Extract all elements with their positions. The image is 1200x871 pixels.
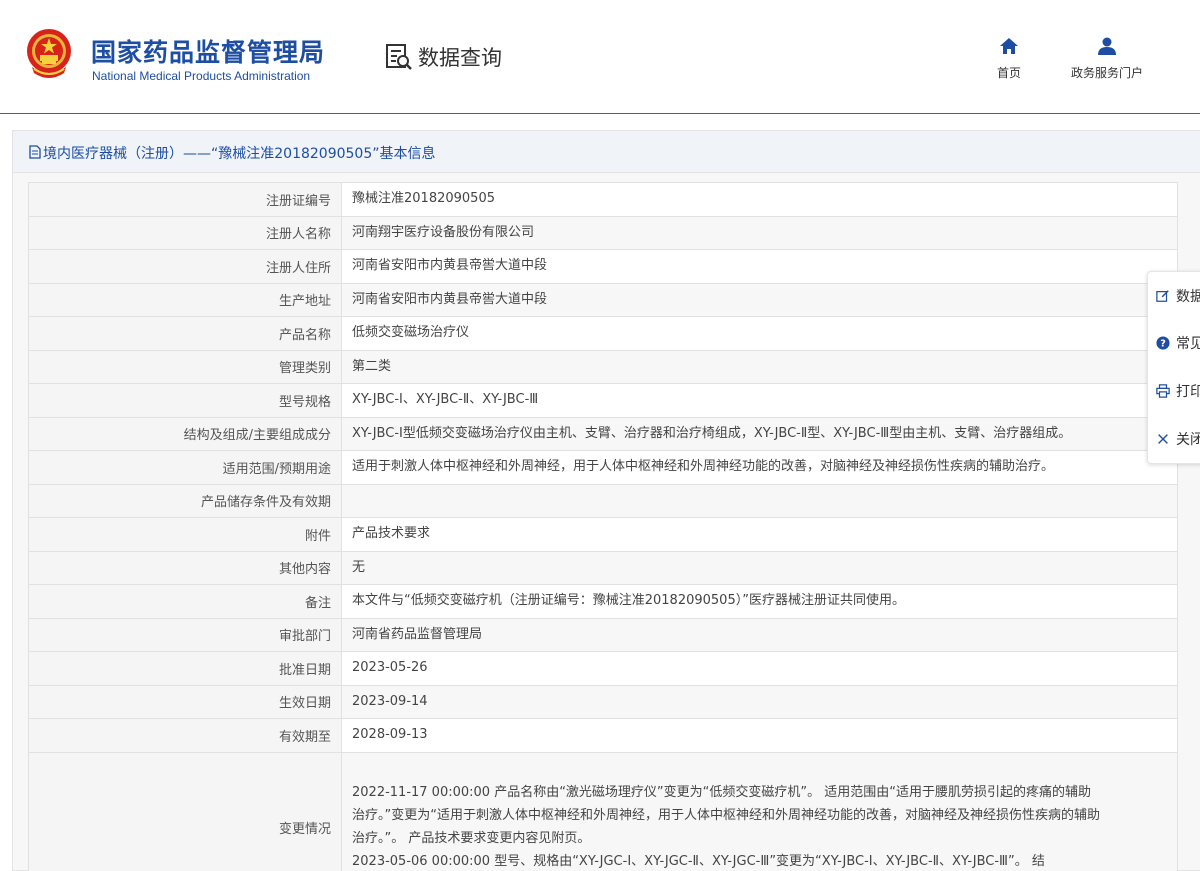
change-line: 治疗。”。 产品技术要求变更内容见附页。 [352,830,591,846]
data-query-icon [386,44,412,70]
nav-service-portal-label: 政务服务门户 [1071,66,1144,80]
nav-service-portal[interactable]: 政务服务门户 [1071,36,1143,81]
table-row: 其他内容无 [28,550,1178,585]
row-label: 注册证编号 [28,182,342,217]
row-label: 审批部门 [28,617,342,652]
table-row: 产品储存条件及有效期 [28,483,1178,518]
table-row: 管理类别 第二类 [28,349,1178,384]
side-data-button[interactable]: 数据 [1156,286,1200,306]
side-faq-button[interactable]: ? 常见 [1156,333,1200,353]
svg-text:?: ? [1160,339,1166,350]
change-line: 治疗。”变更为“适用于刺激人体中枢神经和外周神经，用于人体中枢神经和外周神经功能… [352,807,1100,823]
row-label: 注册人名称 [28,215,342,250]
table-row: 批准日期 2023-05-26 [28,651,1178,686]
row-label: 备注 [28,584,342,619]
change-label: 变更情况 [28,751,342,871]
row-label: 有效期至 [28,718,342,753]
table-row: 结构及组成/主要组成成分 XY-JBC-Ⅰ型低频交变磁场治疗仪由主机、支臂、治疗器… [28,416,1178,451]
row-label: 产品名称 [28,316,342,351]
site-header: 国家药品监督管理局 National Medical Products Admi… [0,0,1200,114]
change-value: 2022-11-17 00:00:00 产品名称由“激光磁场理疗仪”变更为“低频… [341,751,1178,871]
table-row: 有效期至 2028-09-13 [28,718,1178,753]
row-value: XY-JBC-Ⅰ型低频交变磁场治疗仪由主机、支臂、治疗器和治疗椅组成，XY-JB… [341,416,1178,451]
row-value: XY-JBC-Ⅰ、XY-JBC-Ⅱ、XY-JBC-Ⅲ [341,383,1178,418]
row-label: 型号规格 [28,383,342,418]
table-row: 备注 本文件与“低频交变磁疗机（注册证编号：豫械注准20182090505）”医疗… [28,584,1178,619]
table-row: 注册人住所 河南省安阳市内黄县帝喾大道中段 [28,249,1178,284]
side-print-button[interactable]: 打印 [1156,381,1200,401]
side-close-button[interactable]: 关闭 [1156,429,1200,449]
row-label: 结构及组成/主要组成成分 [28,416,342,451]
side-toolbar: 数据 ? 常见 打印 关闭 [1147,271,1200,464]
row-value: 无 [341,550,1178,585]
row-value: 2028-09-13 [341,718,1178,753]
table-row: 注册证编号 豫械注准20182090505 [28,182,1178,217]
detail-panel: 境内医疗器械（注册）——“豫械注准20182090505”基本信息 注册证编号豫… [12,130,1200,871]
table-row: 产品名称 低频交变磁场治疗仪 [28,316,1178,351]
row-label: 管理类别 [28,349,342,384]
row-value: 河南省安阳市内黄县帝喾大道中段 [341,282,1178,317]
row-label: 注册人住所 [28,249,342,284]
print-icon [1156,384,1170,398]
side-close-label: 关闭 [1176,432,1200,448]
row-value: 本文件与“低频交变磁疗机（注册证编号：豫械注准20182090505）”医疗器械… [341,584,1178,619]
change-line: 2023-05-06 00:00:00 型号、规格由“XY-JGC-Ⅰ、XY-J… [352,853,1045,869]
row-label: 批准日期 [28,651,342,686]
change-line: 2022-11-17 00:00:00 产品名称由“激光磁场理疗仪”变更为“低频… [352,784,1092,800]
row-value [341,483,1178,518]
close-icon [1158,434,1168,444]
row-label: 其他内容 [28,550,342,585]
row-value: 适用于刺激人体中枢神经和外周神经，用于人体中枢神经和外周神经功能的改善，对脑神经… [341,450,1178,485]
national-emblem-icon [27,29,71,78]
edit-icon [1156,290,1169,302]
row-value: 2023-05-26 [341,651,1178,686]
row-label: 产品储存条件及有效期 [28,483,342,518]
table-row: 型号规格 XY-JBC-Ⅰ、XY-JBC-Ⅱ、XY-JBC-Ⅲ [28,383,1178,418]
brand-name-cn: 国家药品监督管理局 [91,38,326,67]
table-row: 生产地址 河南省安阳市内黄县帝喾大道中段 [28,282,1178,317]
user-icon [1098,37,1116,55]
data-query-title: 数据查询 [384,42,502,72]
table-row: 适用范围/预期用途 适用于刺激人体中枢神经和外周神经，用于人体中枢神经和外周神经功… [28,450,1178,485]
row-label: 适用范围/预期用途 [28,450,342,485]
home-icon [1000,38,1018,54]
panel-title-bar: 境内医疗器械（注册）——“豫械注准20182090505”基本信息 [13,131,1200,173]
row-value: 第二类 [341,349,1178,384]
table-row: 审批部门 河南省药品监督管理局 [28,617,1178,652]
table-row-change: 变更情况 2022-11-17 00:00:00 产品名称由“激光磁场理疗仪”变… [28,751,1178,871]
row-value: 河南省安阳市内黄县帝喾大道中段 [341,249,1178,284]
row-label: 生效日期 [28,684,342,719]
row-value: 河南翔宇医疗设备股份有限公司 [341,215,1178,250]
side-data-label: 数据 [1176,289,1200,305]
row-value: 2023-09-14 [341,684,1178,719]
info-table: 注册证编号 豫械注准20182090505 注册人名称 河南翔宇医疗设备股份有限公司… [28,182,1178,871]
side-faq-label: 常见 [1176,336,1200,352]
nav-home-label: 首页 [997,66,1022,80]
table-row: 生效日期 2023-09-14 [28,684,1178,719]
table-row: 注册人名称 河南翔宇医疗设备股份有限公司 [28,215,1178,250]
section-title: 数据查询 [418,46,502,70]
nav-home[interactable]: 首页 [997,36,1021,81]
row-value: 产品技术要求 [341,517,1178,552]
panel-title: 境内医疗器械（注册）——“豫械注准20182090505”基本信息 [43,146,436,162]
document-icon [29,145,41,159]
row-value: 豫械注准20182090505 [341,182,1178,217]
table-row: 附件 产品技术要求 [28,517,1178,552]
side-print-label: 打印 [1176,384,1200,400]
help-icon: ? [1156,336,1170,350]
row-label: 生产地址 [28,282,342,317]
row-value: 低频交变磁场治疗仪 [341,316,1178,351]
row-label: 附件 [28,517,342,552]
row-value: 河南省药品监督管理局 [341,617,1178,652]
brand-name-en: National Medical Products Administration [92,69,311,83]
